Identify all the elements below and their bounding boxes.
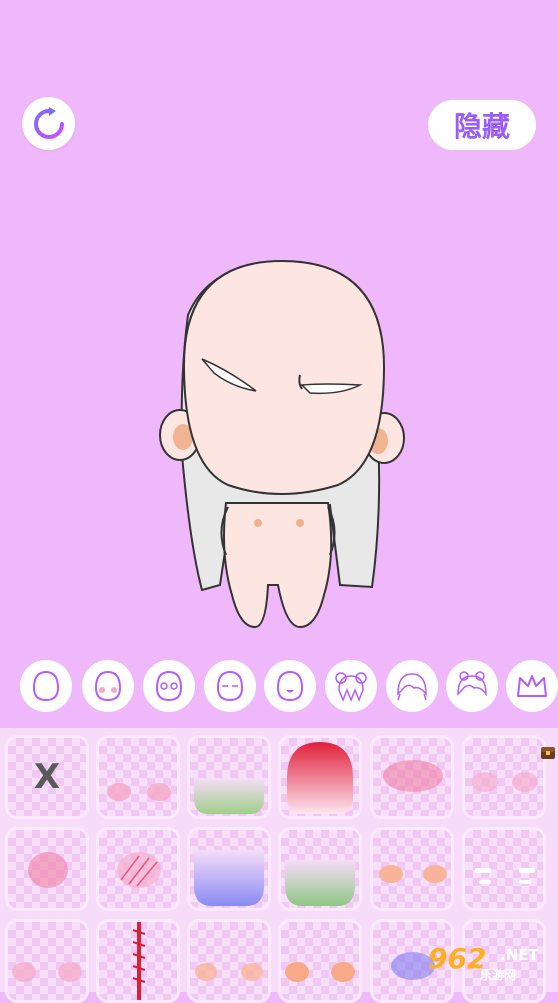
item-blush-soft[interactable]	[462, 735, 546, 819]
item-red-hair[interactable]	[278, 735, 362, 819]
hide-button-label: 隐藏	[453, 110, 510, 143]
item-blush-oval[interactable]	[370, 735, 454, 819]
chibi-character	[159, 259, 405, 629]
item-blush-center[interactable]	[5, 827, 89, 911]
category-blush[interactable]	[82, 660, 134, 712]
item-blush-low[interactable]	[5, 919, 89, 1003]
blush-orange-swatch	[195, 963, 263, 981]
category-accessory[interactable]	[506, 660, 558, 712]
none-mark: X	[33, 757, 61, 797]
crown-icon	[517, 675, 547, 697]
blush-peach-swatch	[379, 865, 447, 883]
category-closed-eyes[interactable]	[204, 660, 256, 712]
blue-fade-swatch	[194, 850, 264, 906]
blush-low-swatch	[12, 962, 82, 982]
blush-swatch	[107, 783, 171, 801]
white-marks-swatch	[475, 868, 535, 884]
blush-oval-swatch	[383, 760, 443, 792]
face-shape-icon	[32, 670, 60, 702]
closed-eyes-face-icon	[216, 670, 244, 702]
blush-center-swatch	[28, 852, 68, 888]
blush-lines-swatch	[117, 852, 161, 888]
front-hair-icon	[335, 672, 367, 703]
hide-button[interactable]: 隐藏	[428, 100, 536, 150]
category-eyes[interactable]	[143, 660, 195, 712]
bangs-hair-icon	[397, 673, 427, 701]
watermark-net: .NET	[500, 946, 539, 964]
item-white-marks[interactable]	[462, 827, 546, 911]
category-bangs[interactable]	[386, 660, 438, 712]
green-hair-swatch	[285, 860, 355, 906]
reset-button[interactable]	[22, 97, 75, 150]
item-none[interactable]: X	[5, 735, 89, 819]
category-mouth[interactable]	[264, 660, 316, 712]
item-blush-coral[interactable]	[278, 919, 362, 1003]
blush-coral-swatch	[285, 962, 355, 982]
item-blue-fade[interactable]	[187, 827, 271, 911]
category-face-shape[interactable]	[20, 660, 72, 712]
item-blush-peach[interactable]	[370, 827, 454, 911]
item-blush-orange[interactable]	[187, 919, 271, 1003]
green-fade-swatch	[194, 778, 264, 814]
item-red-scar[interactable]	[96, 919, 180, 1003]
red-scar-swatch	[132, 922, 146, 1000]
eyes-face-icon	[155, 670, 183, 702]
character-stage: 隐藏	[0, 0, 558, 728]
item-green-fade[interactable]	[187, 735, 271, 819]
watermark-logo: 962	[428, 942, 487, 975]
red-hair-swatch	[287, 742, 353, 814]
item-green-hair[interactable]	[278, 827, 362, 911]
mouth-face-icon	[276, 670, 304, 702]
category-bar	[0, 658, 558, 718]
watermark-site: 乐游网	[480, 968, 517, 982]
refresh-icon	[33, 106, 64, 139]
category-side-hair[interactable]	[446, 660, 498, 712]
category-front-hair[interactable]	[325, 660, 377, 712]
item-blush-pink[interactable]	[96, 735, 180, 819]
blush-soft-swatch	[472, 772, 538, 792]
treasure-chest-icon[interactable]	[540, 744, 556, 760]
blush-face-icon	[94, 670, 122, 702]
item-blush-lines[interactable]	[96, 827, 180, 911]
side-hair-icon	[457, 671, 487, 697]
